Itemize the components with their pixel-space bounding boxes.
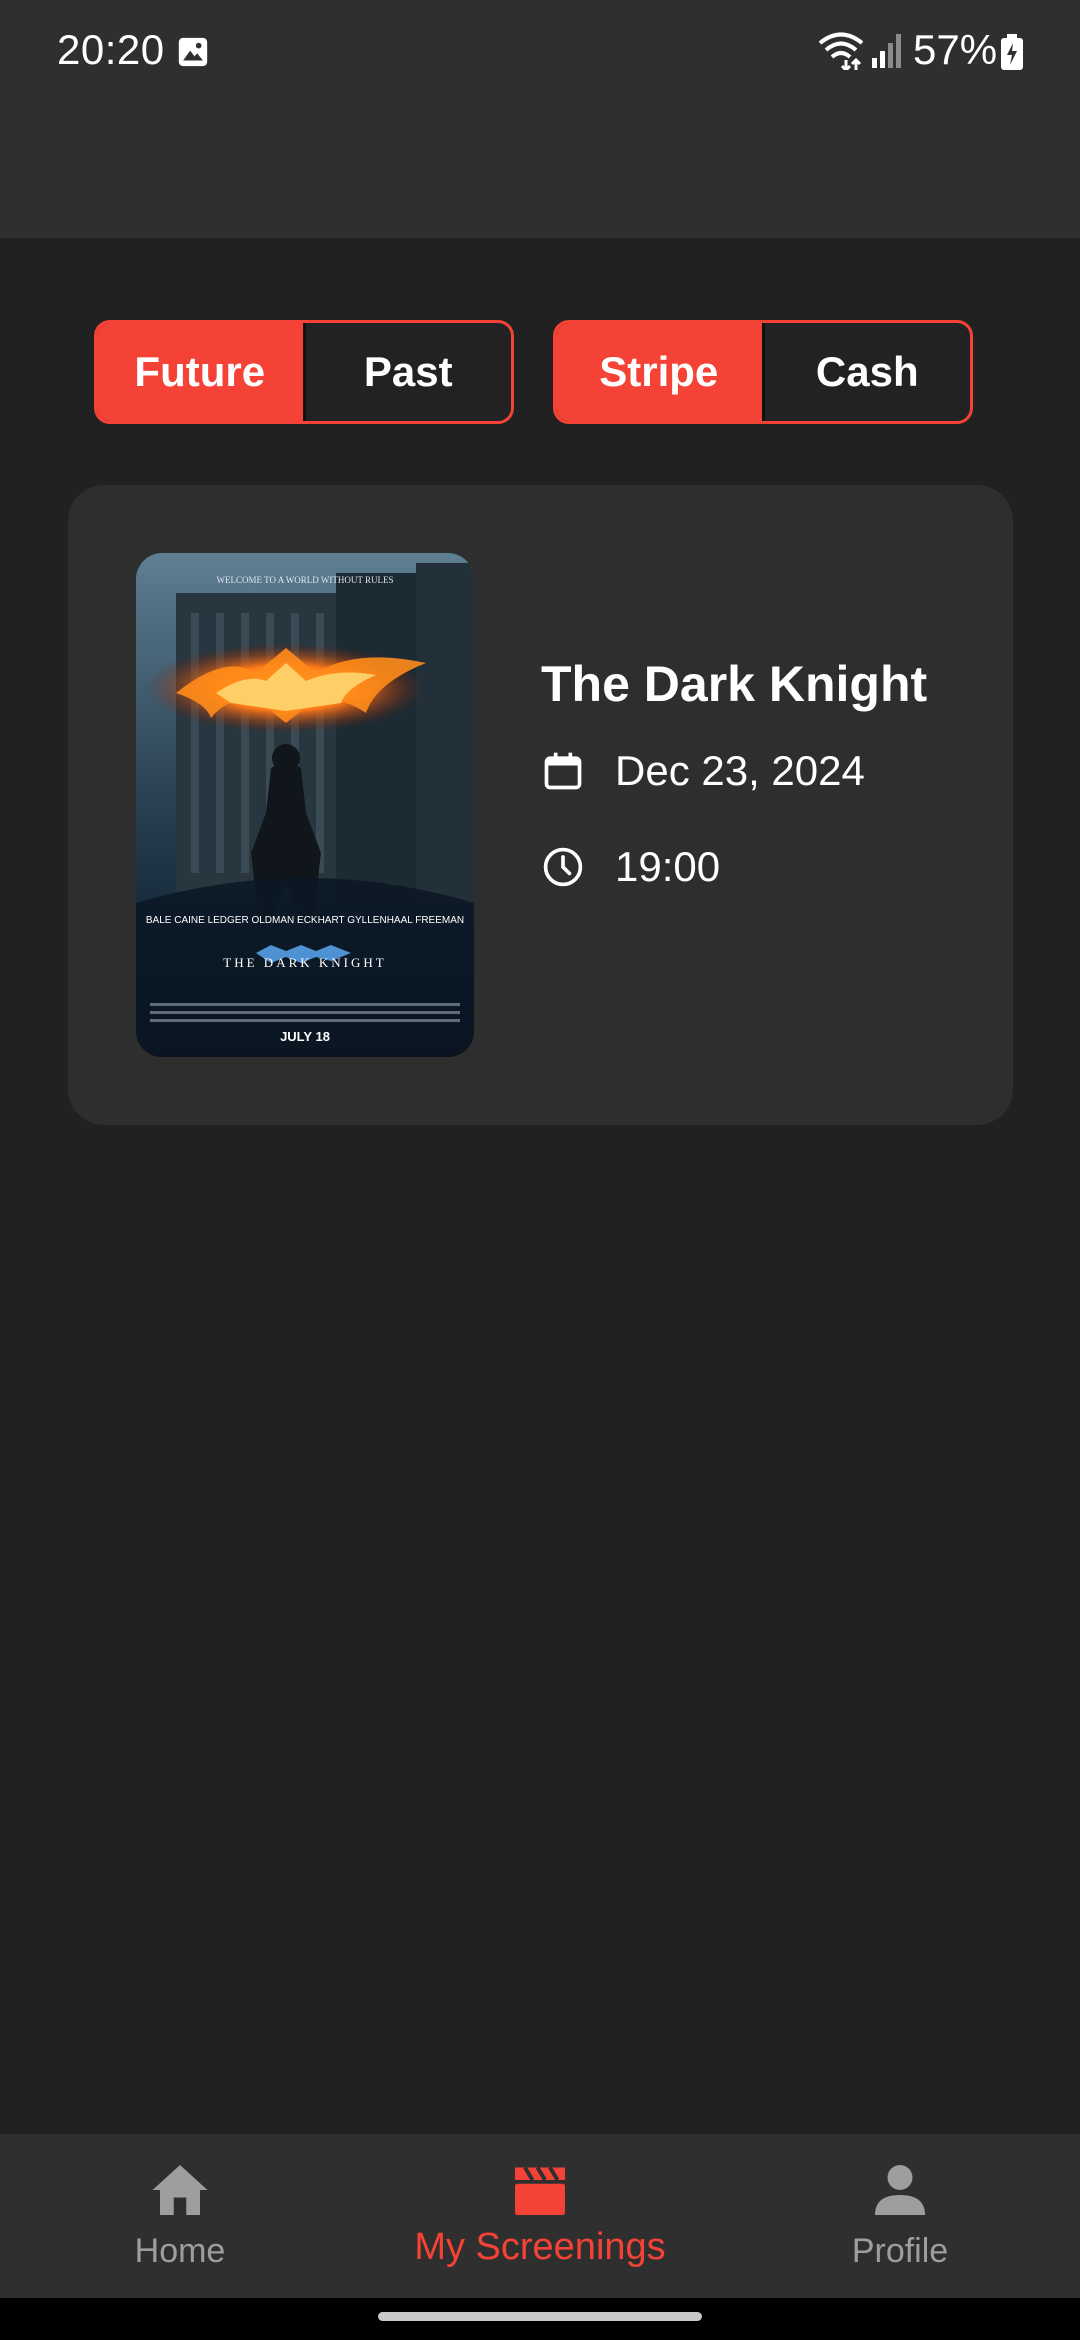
screening-date: Dec 23, 2024 <box>615 747 865 794</box>
payment-filter-toggle: Stripe Cash <box>553 320 973 424</box>
poster-logo-text: THE DARK KNIGHT <box>223 955 386 970</box>
poster-release: JULY 18 <box>280 1029 330 1044</box>
nav-my-screenings-label: My Screenings <box>414 2226 666 2268</box>
calendar-icon <box>544 752 582 790</box>
toggle-past[interactable]: Past <box>302 323 512 421</box>
person-icon <box>875 2165 925 2215</box>
clock-icon <box>543 847 583 887</box>
screening-time-row: 19:00 <box>541 843 720 891</box>
nav-profile[interactable]: Profile <box>830 2134 970 2298</box>
wifi-icon <box>818 32 864 70</box>
screening-time: 19:00 <box>615 843 721 890</box>
screening-card[interactable]: WELCOME TO A WORLD WITHOUT RULES BALE CA… <box>68 485 1013 1125</box>
nav-home-label: Home <box>134 2232 226 2270</box>
status-bar: 20:20 57% <box>0 0 1080 238</box>
status-time: 20:20 <box>57 26 165 73</box>
clapperboard-icon <box>515 2166 565 2215</box>
battery-percent: 57% <box>913 26 998 73</box>
toggle-cash[interactable]: Cash <box>761 323 971 421</box>
poster-cast: BALE CAINE LEDGER OLDMAN ECKHART GYLLENH… <box>146 915 464 926</box>
bottom-navigation: Home My Screenings Profile <box>0 2134 1080 2298</box>
toggle-future[interactable]: Future <box>97 323 303 421</box>
poster-tagline: WELCOME TO A WORLD WITHOUT RULES <box>217 575 394 585</box>
time-filter-toggle: Future Past <box>94 320 514 424</box>
nav-profile-label: Profile <box>851 2232 949 2270</box>
screening-date-row: Dec 23, 2024 <box>541 747 865 795</box>
nav-my-screenings[interactable]: My Screenings <box>380 2134 700 2298</box>
movie-title: The Dark Knight <box>541 656 928 712</box>
movie-poster: WELCOME TO A WORLD WITHOUT RULES BALE CA… <box>136 553 474 1057</box>
toggle-stripe[interactable]: Stripe <box>556 323 762 421</box>
signal-icon <box>872 34 901 68</box>
gallery-icon <box>178 37 208 67</box>
nav-home[interactable]: Home <box>110 2134 250 2298</box>
battery-icon <box>1001 34 1023 70</box>
home-icon <box>152 2165 208 2215</box>
gesture-handle[interactable] <box>378 2312 702 2321</box>
